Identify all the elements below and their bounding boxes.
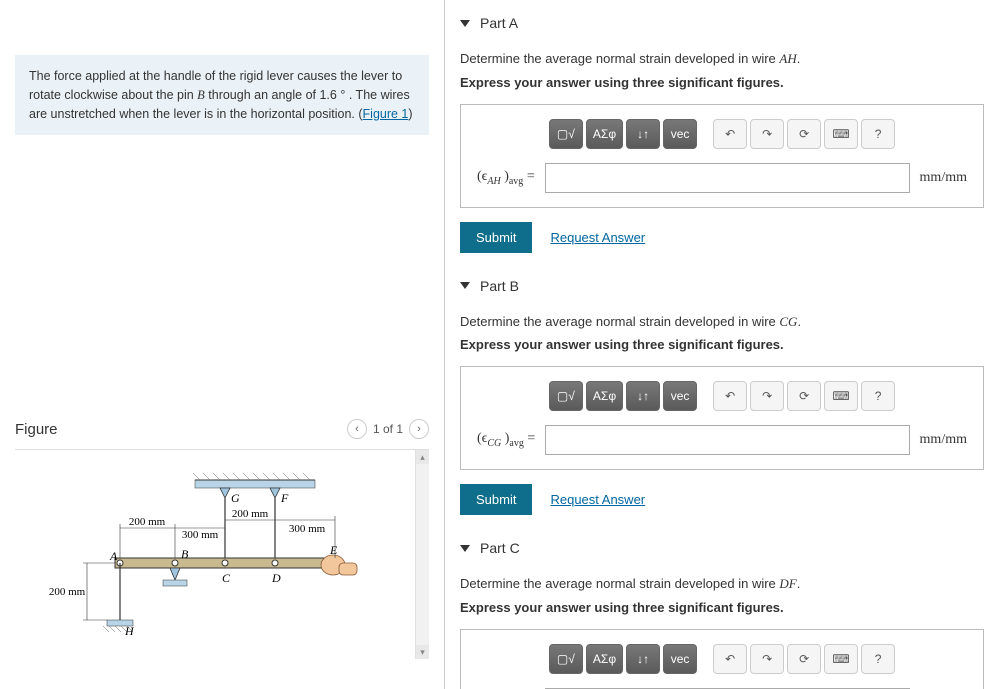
part-title: Part C: [480, 540, 520, 556]
vec-button[interactable]: vec: [663, 644, 697, 674]
svg-text:F: F: [280, 491, 289, 505]
figure-nav-text: 1 of 1: [373, 422, 403, 436]
reset-button[interactable]: ⟳: [787, 644, 821, 674]
reset-button[interactable]: ⟳: [787, 381, 821, 411]
part-c: Part C Determine the average normal stra…: [460, 540, 984, 689]
answer-box: ▢√ ΑΣφ ↓↑ vec ↶ ↷ ⟳ ⌨ ? (ϵDF )avg = mm/m…: [460, 629, 984, 689]
svg-text:300 mm: 300 mm: [289, 523, 326, 535]
reset-button[interactable]: ⟳: [787, 119, 821, 149]
svg-text:G: G: [231, 491, 240, 505]
help-button[interactable]: ?: [861, 381, 895, 411]
answer-label: (ϵCG )avg =: [477, 431, 535, 449]
collapse-icon[interactable]: [460, 282, 470, 289]
part-instruction: Express your answer using three signific…: [460, 600, 984, 615]
unit-label: mm/mm: [920, 432, 967, 448]
undo-button[interactable]: ↶: [713, 381, 747, 411]
answer-box: ▢√ ΑΣφ ↓↑ vec ↶ ↷ ⟳ ⌨ ? (ϵAH )avg = mm/m…: [460, 104, 984, 208]
subscript-button[interactable]: ↓↑: [626, 644, 660, 674]
svg-text:200 mm: 200 mm: [49, 586, 86, 598]
svg-text:C: C: [222, 571, 231, 585]
figure-body: ▴ ▾: [15, 449, 429, 659]
request-answer-link[interactable]: Request Answer: [550, 230, 645, 245]
svg-text:E: E: [329, 543, 338, 557]
templates-button[interactable]: ▢√: [549, 381, 583, 411]
undo-button[interactable]: ↶: [713, 119, 747, 149]
templates-button[interactable]: ▢√: [549, 119, 583, 149]
scroll-down-icon[interactable]: ▾: [416, 645, 429, 659]
figure-scrollbar[interactable]: ▴ ▾: [415, 450, 429, 659]
part-title: Part B: [480, 278, 519, 294]
help-button[interactable]: ?: [861, 644, 895, 674]
greek-button[interactable]: ΑΣφ: [586, 119, 623, 149]
answer-input[interactable]: [545, 425, 909, 455]
svg-text:200 mm: 200 mm: [129, 516, 166, 528]
part-instruction: Express your answer using three signific…: [460, 337, 984, 352]
keyboard-button[interactable]: ⌨: [824, 644, 858, 674]
problem-statement: The force applied at the handle of the r…: [15, 55, 429, 135]
answer-label: (ϵAH )avg =: [477, 169, 535, 187]
templates-button[interactable]: ▢√: [549, 644, 583, 674]
svg-text:D: D: [271, 571, 281, 585]
figure-diagram: 200 mm 300 mm 200 mm 300 mm 200 mm A B C…: [25, 460, 405, 650]
keyboard-button[interactable]: ⌨: [824, 381, 858, 411]
figure-prev-button[interactable]: ‹: [347, 419, 367, 439]
part-a: Part A Determine the average normal stra…: [460, 15, 984, 253]
scroll-up-icon[interactable]: ▴: [416, 450, 429, 464]
subscript-button[interactable]: ↓↑: [626, 119, 660, 149]
submit-button[interactable]: Submit: [460, 222, 532, 253]
help-button[interactable]: ?: [861, 119, 895, 149]
part-prompt: Determine the average normal strain deve…: [460, 49, 984, 69]
svg-text:300 mm: 300 mm: [182, 529, 219, 541]
greek-button[interactable]: ΑΣφ: [586, 381, 623, 411]
figure-title: Figure: [15, 421, 58, 438]
svg-text:H: H: [124, 624, 135, 638]
answer-input[interactable]: [545, 163, 910, 193]
part-instruction: Express your answer using three signific…: [460, 75, 984, 90]
greek-button[interactable]: ΑΣφ: [586, 644, 623, 674]
svg-text:B: B: [181, 547, 189, 561]
part-b: Part B Determine the average normal stra…: [460, 278, 984, 516]
undo-button[interactable]: ↶: [713, 644, 747, 674]
collapse-icon[interactable]: [460, 20, 470, 27]
redo-button[interactable]: ↷: [750, 119, 784, 149]
part-prompt: Determine the average normal strain deve…: [460, 312, 984, 332]
svg-text:200 mm: 200 mm: [232, 508, 269, 520]
svg-text:A: A: [109, 549, 118, 563]
request-answer-link[interactable]: Request Answer: [550, 492, 645, 507]
collapse-icon[interactable]: [460, 545, 470, 552]
figure-link[interactable]: Figure 1: [363, 107, 409, 121]
answer-box: ▢√ ΑΣφ ↓↑ vec ↶ ↷ ⟳ ⌨ ? (ϵCG )avg = mm/m…: [460, 366, 984, 470]
submit-button[interactable]: Submit: [460, 484, 532, 515]
part-title: Part A: [480, 15, 518, 31]
vec-button[interactable]: vec: [663, 119, 697, 149]
redo-button[interactable]: ↷: [750, 381, 784, 411]
redo-button[interactable]: ↷: [750, 644, 784, 674]
part-prompt: Determine the average normal strain deve…: [460, 574, 984, 594]
vec-button[interactable]: vec: [663, 381, 697, 411]
unit-label: mm/mm: [920, 170, 967, 186]
keyboard-button[interactable]: ⌨: [824, 119, 858, 149]
subscript-button[interactable]: ↓↑: [626, 381, 660, 411]
figure-next-button[interactable]: ›: [409, 419, 429, 439]
